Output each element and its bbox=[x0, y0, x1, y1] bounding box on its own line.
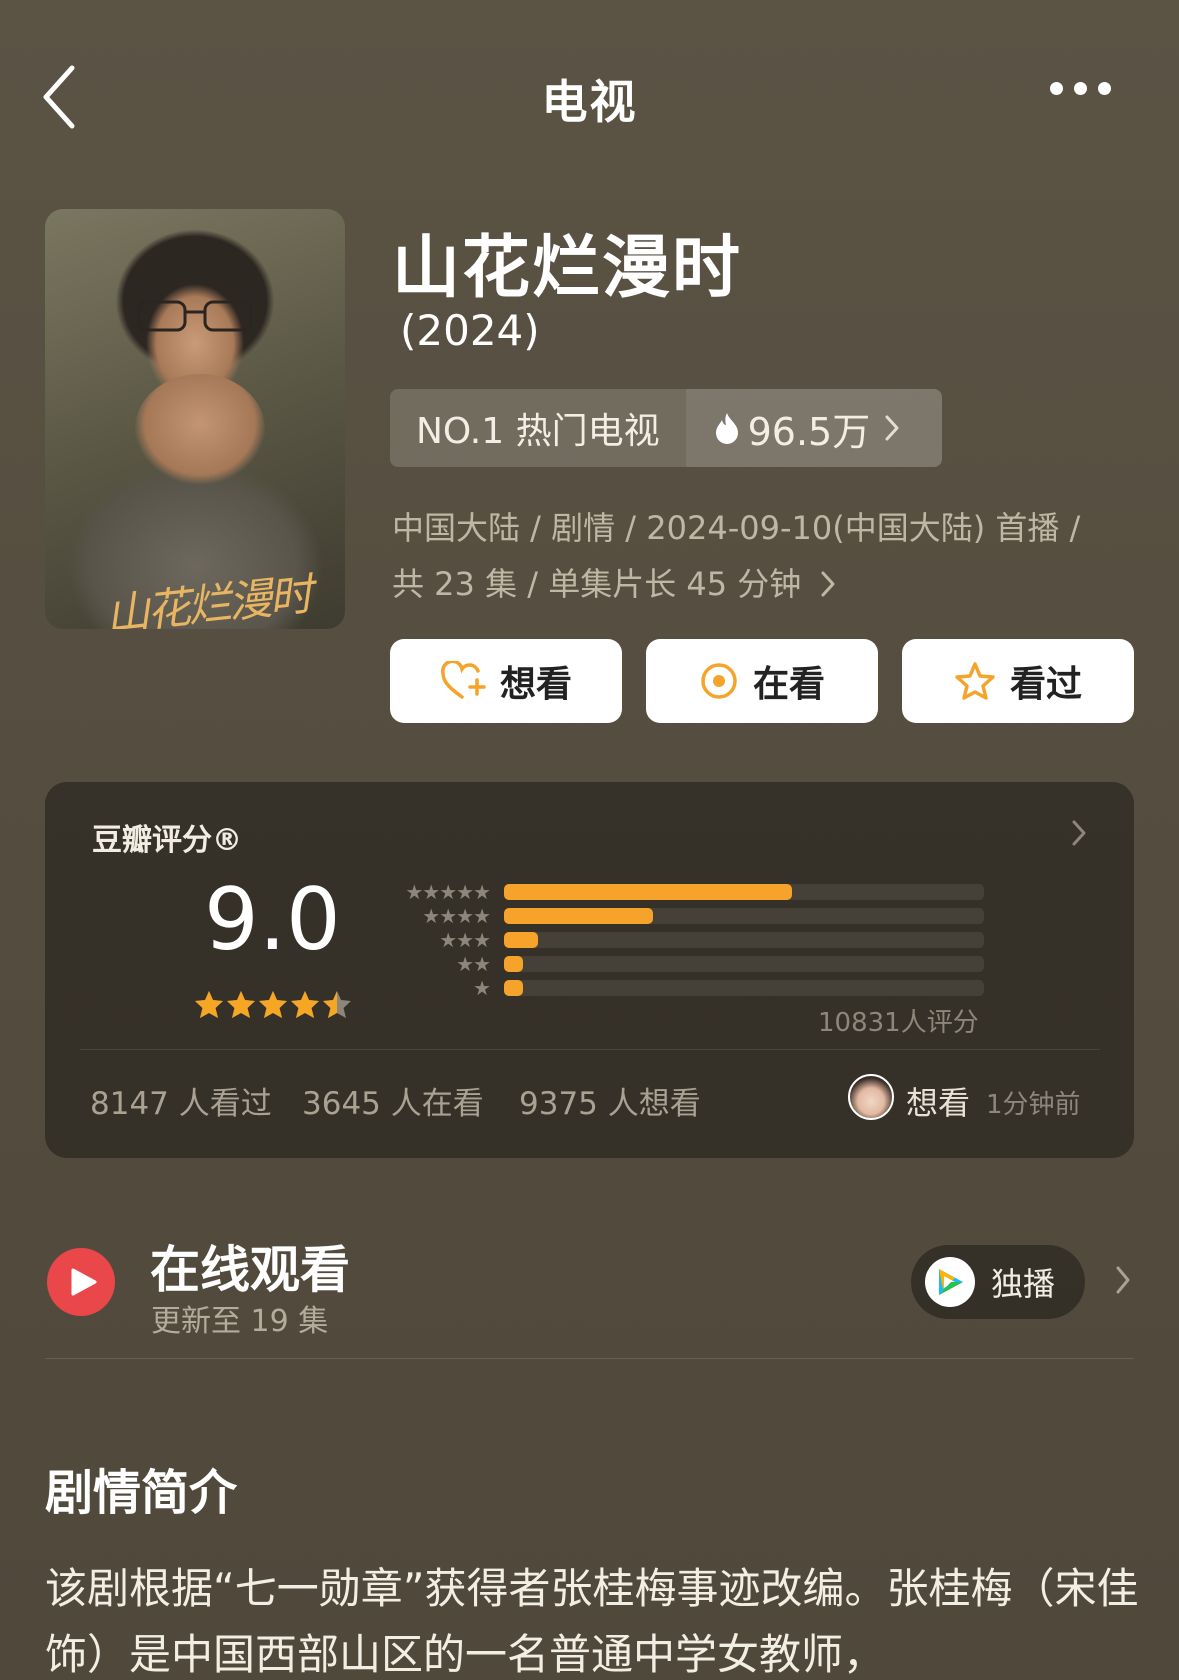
histogram-bar bbox=[504, 908, 653, 924]
score-star-icon bbox=[227, 991, 255, 1018]
want-count: 9375 人想看 bbox=[519, 1086, 701, 1122]
histogram-star-label: ★★★ bbox=[439, 928, 491, 952]
score-star-icon bbox=[259, 991, 287, 1018]
want-to-watch-button[interactable]: 想看 bbox=[390, 639, 622, 723]
histogram-track bbox=[504, 980, 984, 996]
rank-label: NO.1 热门电视 bbox=[416, 411, 660, 452]
rating-count: 10831人评分 bbox=[818, 1008, 979, 1038]
histogram-bar bbox=[504, 932, 538, 948]
histogram-track bbox=[504, 884, 984, 900]
histogram-track bbox=[504, 908, 984, 924]
activity-time: 1分钟前 bbox=[986, 1090, 1081, 1120]
show-meta-text: 共 23 集 / 单集片长 45 分钟 bbox=[392, 565, 802, 603]
histogram-bar bbox=[504, 956, 523, 972]
heat-value: 96.5万 bbox=[747, 409, 871, 454]
histogram-star-label: ★★★★★ bbox=[405, 880, 491, 904]
online-watch-title[interactable]: 在线观看 bbox=[150, 1230, 350, 1302]
heat-section[interactable]: 96.5万 bbox=[685, 389, 942, 467]
divider bbox=[80, 1049, 1100, 1050]
target-icon bbox=[701, 663, 737, 699]
page-title: 电视 bbox=[541, 75, 638, 129]
chevron-right-icon bbox=[885, 415, 899, 441]
watched-count: 8147 人看过 bbox=[90, 1086, 272, 1122]
rank-chip[interactable]: NO.1 热门电视 96.5万 bbox=[390, 389, 942, 467]
rating-score: 9.0 bbox=[204, 870, 341, 970]
chevron-right-icon bbox=[821, 571, 835, 597]
show-meta-line1: 中国大陆 / 剧情 / 2024-09-10(中国大陆) 首播 / bbox=[392, 509, 1081, 547]
watched-label: 看过 bbox=[1009, 664, 1082, 705]
flame-icon bbox=[715, 413, 738, 444]
histogram-track bbox=[504, 932, 984, 948]
watching-button[interactable]: 在看 bbox=[646, 639, 878, 723]
score-star-icon bbox=[195, 991, 223, 1018]
heart-plus-icon bbox=[441, 661, 486, 699]
activity-action: 想看 bbox=[906, 1084, 971, 1122]
exclusive-platform-button[interactable]: 独播 bbox=[911, 1245, 1085, 1319]
watching-label: 在看 bbox=[752, 664, 825, 705]
play-icon[interactable] bbox=[47, 1248, 115, 1316]
chevron-right-icon[interactable] bbox=[1070, 818, 1088, 848]
synopsis-text: 该剧根据“七一勋章”获得者张桂梅事迹改编。张桂梅（宋佳 饰）是中国西部山区的一名… bbox=[45, 1564, 1139, 1679]
histogram-bar bbox=[504, 980, 523, 996]
avatar[interactable] bbox=[848, 1074, 894, 1120]
show-meta-line2[interactable]: 共 23 集 / 单集片长 45 分钟 bbox=[392, 556, 1132, 612]
chevron-right-icon[interactable] bbox=[1114, 1264, 1132, 1296]
watched-button[interactable]: 看过 bbox=[902, 639, 1134, 723]
show-title: 山花烂漫时 bbox=[392, 229, 743, 308]
more-options-button[interactable] bbox=[1050, 80, 1140, 120]
more-dots-icon bbox=[1050, 82, 1063, 95]
synopsis-title: 剧情简介 bbox=[45, 1465, 238, 1521]
show-year: (2024) bbox=[400, 306, 540, 355]
rating-stars bbox=[195, 991, 351, 1018]
poster-hands bbox=[135, 374, 265, 484]
tencent-video-icon bbox=[925, 1257, 975, 1307]
want-label: 想看 bbox=[499, 664, 572, 705]
watching-count: 3645 人在看 bbox=[302, 1086, 484, 1122]
star-outline-icon bbox=[955, 662, 995, 700]
divider bbox=[45, 1358, 1134, 1359]
histogram-star-label: ★★★★ bbox=[422, 904, 491, 928]
histogram-bar bbox=[504, 884, 792, 900]
histogram-track bbox=[504, 956, 984, 972]
play-triangle-icon bbox=[71, 1268, 97, 1296]
poster-title-art: 山花烂漫时 bbox=[103, 569, 313, 629]
poster-glasses bbox=[137, 300, 253, 332]
online-watch-subtitle: 更新至 19 集 bbox=[151, 1304, 329, 1339]
rating-label: 豆瓣评分® bbox=[92, 823, 242, 858]
histogram-star-label: ★ bbox=[473, 976, 491, 1000]
exclusive-label: 独播 bbox=[991, 1265, 1056, 1303]
score-star-icon bbox=[291, 991, 319, 1018]
histogram-star-label: ★★ bbox=[456, 952, 491, 976]
score-star-icon bbox=[323, 991, 351, 1018]
poster-image[interactable]: 山花烂漫时 bbox=[45, 209, 345, 629]
